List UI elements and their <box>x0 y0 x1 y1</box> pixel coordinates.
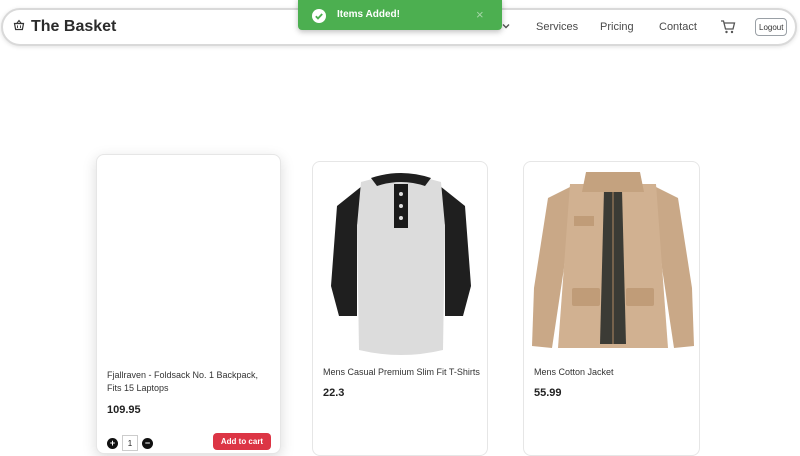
product-title-line: Fits 15 Laptops <box>107 383 169 393</box>
chevron-down-icon[interactable] <box>501 21 511 31</box>
cart-icon[interactable] <box>720 19 736 35</box>
decrement-button[interactable]: − <box>142 437 153 449</box>
logout-button[interactable]: Logout <box>755 18 788 36</box>
product-card[interactable]: Mens Casual Premium Slim Fit T-Shirts 22… <box>312 161 488 456</box>
product-title: Fjallraven - Foldsack No. 1 Backpack, Fi… <box>107 369 258 395</box>
toast-message: Items Added! <box>337 9 400 20</box>
toast-notification: Items Added! × <box>298 0 502 30</box>
product-title: Mens Casual Premium Slim Fit T-Shirts <box>323 367 480 377</box>
nav-link-pricing[interactable]: Pricing <box>600 21 634 33</box>
brand-title: The Basket <box>31 18 117 35</box>
increment-button[interactable]: + <box>107 437 118 449</box>
add-to-cart-button[interactable]: Add to cart <box>213 433 271 450</box>
basket-icon <box>13 18 25 36</box>
product-image-jacket <box>532 172 694 348</box>
product-image-tshirt <box>331 173 471 355</box>
product-card[interactable]: Mens Cotton Jacket 55.99 <box>523 161 700 456</box>
check-circle-icon <box>312 9 326 23</box>
quantity-stepper: + 1 − <box>107 435 153 451</box>
quantity-input[interactable]: 1 <box>122 435 138 451</box>
product-card[interactable]: Fjallraven - Foldsack No. 1 Backpack, Fi… <box>96 154 281 454</box>
product-price: 22.3 <box>323 387 345 399</box>
brand[interactable]: The Basket <box>13 18 116 36</box>
product-title: Mens Cotton Jacket <box>534 367 614 377</box>
product-price: 109.95 <box>107 404 141 416</box>
nav-link-services[interactable]: Services <box>536 21 578 33</box>
nav-link-contact[interactable]: Contact <box>659 21 697 33</box>
product-price: 55.99 <box>534 387 562 399</box>
close-icon[interactable]: × <box>476 7 484 22</box>
product-title-line: Fjallraven - Foldsack No. 1 Backpack, <box>107 370 259 380</box>
